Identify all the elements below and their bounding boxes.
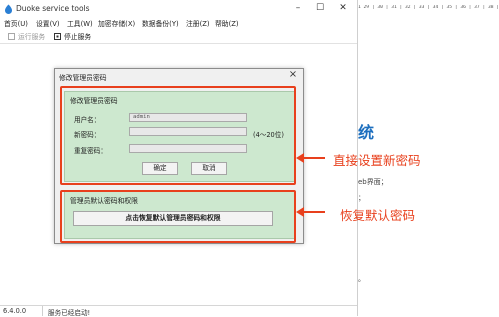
status-divider	[42, 306, 43, 316]
document-heading: 统	[358, 123, 375, 142]
annotation-set-new-password: 直接设置新密码	[333, 153, 421, 168]
status-bar: 6.4.0.0 服务已经启动!	[0, 305, 357, 317]
maximize-icon[interactable]: ☐	[309, 2, 331, 15]
annotation-box-set-password	[60, 86, 296, 185]
title-bar: Duoke service tools – ☐ ✕	[0, 0, 357, 18]
arrow-left-icon	[296, 207, 325, 217]
toolbar: 运行服务 停止服务	[0, 29, 357, 44]
arrow-left-icon	[296, 153, 325, 163]
stop-service-label: 停止服务	[64, 33, 92, 41]
window-title: Duoke service tools	[16, 4, 90, 13]
dialog-close-icon[interactable]: ×	[287, 69, 299, 80]
version-label: 6.4.0.0	[3, 307, 27, 315]
document-line: eb界面；	[358, 178, 388, 186]
menu-register[interactable]: 注册(Z)	[186, 18, 210, 28]
menu-home[interactable]: 首页(U)	[4, 18, 28, 28]
minimize-icon[interactable]: –	[287, 2, 309, 15]
run-service-button[interactable]: 运行服务	[8, 31, 45, 41]
stop-service-button[interactable]: 停止服务	[54, 31, 91, 41]
menu-tools[interactable]: 工具(W)	[67, 18, 93, 28]
menu-data-backup[interactable]: 数据备份(Y)	[142, 18, 179, 28]
menu-encrypted-storage[interactable]: 加密存储(X)	[98, 18, 135, 28]
stop-icon	[54, 32, 61, 40]
menu-settings[interactable]: 设置(V)	[36, 18, 60, 28]
menu-help[interactable]: 帮助(Z)	[215, 18, 239, 28]
dialog-title: 修改管理员密码	[59, 74, 107, 82]
ruler: 1 29 | 30 | 31 | 32 | 33 | 34 | 35 | 36 …	[358, 5, 499, 10]
document-line: 。	[358, 275, 365, 283]
document-line: ；	[358, 194, 365, 202]
annotation-box-restore-default	[60, 190, 296, 243]
close-icon[interactable]: ✕	[332, 2, 354, 15]
run-service-label: 运行服务	[18, 33, 46, 41]
play-icon	[8, 32, 15, 40]
menu-bar: 首页(U) 设置(V) 工具(W) 加密存储(X) 数据备份(Y) 注册(Z) …	[0, 17, 357, 29]
app-logo-icon	[5, 4, 12, 14]
annotation-restore-default: 恢复默认密码	[340, 208, 416, 223]
